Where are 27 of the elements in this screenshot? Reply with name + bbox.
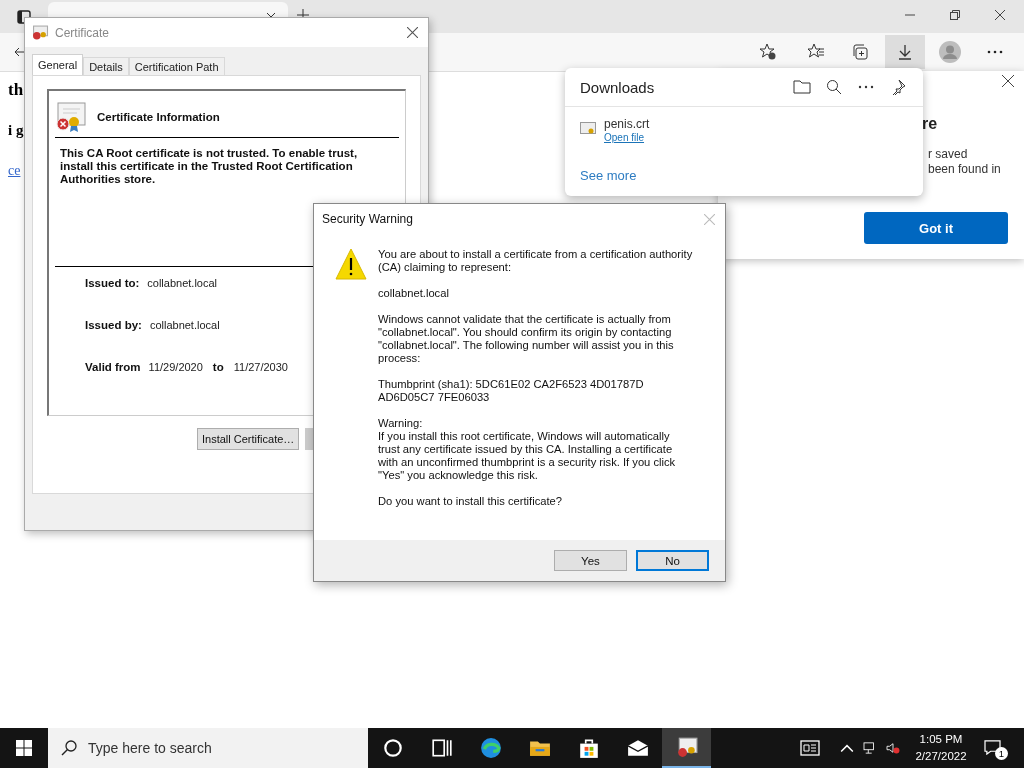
dialog-title: Security Warning [322, 212, 413, 226]
notification-count: 1 [995, 747, 1008, 760]
notification-text: been found in [928, 162, 1001, 176]
field-value: collabnet.local [149, 319, 220, 331]
field-label: Valid from [85, 361, 141, 373]
warning-text: If you install this root certificate, Windows will automatically trust any certificate issued by this CA. Installing a certificate with an unconfirmed thumbprint is a security risk. If you click "Yes" you acknowledge this risk. [378, 430, 677, 482]
warning-label: Warning: [378, 417, 424, 430]
trust-message: This CA Root certificate is not trusted. To enable trust, install this certificate in the Trusted Root Certification Authorities store. [60, 147, 359, 186]
notification-heading: re [922, 115, 938, 133]
page-text: i g [8, 122, 24, 139]
field-label: to [212, 361, 224, 373]
warning-text: You are about to install a certificate from a certification authority (CA) claiming to represent: [378, 248, 694, 274]
page-heading: th [8, 80, 24, 100]
question-text: Do you want to install this certificate? [378, 495, 564, 508]
warning-text: Windows cannot validate that the certificate is actually from "collabnet.local". You should confirm its origin by contacting "collabnet.local". The following number will assist you in this process: [378, 313, 675, 365]
file-name: penis.crt [604, 117, 650, 131]
field-value: collabnet.local [147, 277, 218, 289]
notification-text: r saved [928, 147, 968, 161]
valid-to-date: 11/27/2030 [233, 361, 288, 373]
certificate-heading: Certificate Information [97, 111, 220, 123]
valid-from-date: 11/29/2020 [148, 361, 203, 373]
field-label: Issued by: [85, 319, 142, 331]
warning-text: collabnet.local [378, 287, 450, 300]
field-label: Issued to: [85, 277, 140, 289]
window-title: Certificate [55, 25, 110, 40]
warning-text: Thumbprint (sha1): 5DC61E02 CA2F6523 4D01787D AD6D05C7 7FE06033 [378, 378, 645, 404]
downloads-title: Downloads [580, 78, 655, 96]
